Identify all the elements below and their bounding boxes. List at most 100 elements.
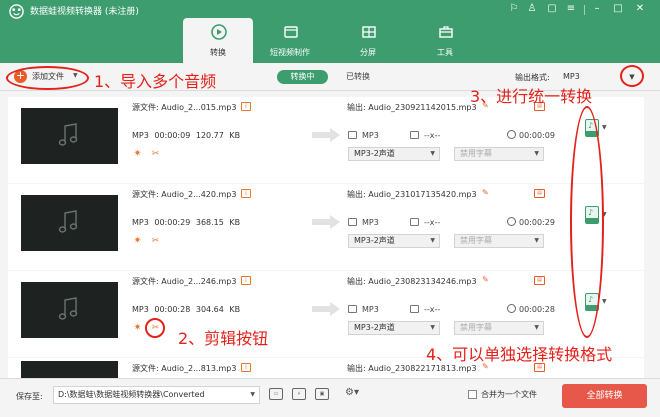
tab-label: 工具 [437,48,453,57]
info-icon[interactable]: i [241,276,251,285]
tab-converted[interactable]: 已转换 [338,70,378,84]
source-format: MP3 [132,131,149,140]
subtitle-select[interactable]: 禁用字幕 ▼ [454,321,544,335]
app-window: 数据蛙视频转换器 (未注册) ⚐ ♙ ▢ ≡ – □ ✕ 转换 短视频制作 分屏… [0,0,660,417]
tab-short-video[interactable]: 短视频制作 [255,18,325,63]
merge-label: 合并为一个文件 [481,390,537,399]
merge-checkbox[interactable] [468,390,477,399]
gear-icon[interactable]: ⚙▾ [340,388,364,400]
convert-icon [211,24,227,40]
thumbnail[interactable] [21,108,118,164]
info-icon[interactable]: i [241,189,251,198]
cpu-icon[interactable]: ▣ [315,388,329,400]
output-duration: 00:00:09 [519,131,555,140]
resolution-icon [410,218,419,226]
subtitle-value: 禁用字幕 [460,149,492,158]
source-size: 304.64 KB [195,305,241,314]
tab-converting[interactable]: 转换中 [277,70,328,84]
source-duration: 00:00:09 [154,131,191,140]
minimize-icon[interactable]: – [590,3,604,14]
clock-icon [507,304,516,313]
scissors-icon[interactable]: ✂ [150,149,161,160]
enhance-icon[interactable]: ✷ [132,323,143,334]
folder-icon[interactable]: ▭ [269,388,283,400]
audio-track-select[interactable]: MP3-2声道 ▼ [348,147,440,161]
output-format: MP3 [362,305,379,314]
source-meta: MP3 00:00:28 304.64 KB [132,305,240,314]
source-meta: MP3 00:00:29 368.15 KB [132,218,240,227]
subtitle-select[interactable]: 禁用字幕 ▼ [454,147,544,161]
info-icon[interactable]: i [241,102,251,111]
output-format-value[interactable]: MP3 [563,72,580,81]
short-video-icon [284,26,298,38]
audio-track-value: MP3-2声道 [354,149,395,158]
music-note-icon [58,210,78,233]
menu-icon[interactable]: ≡ [564,3,578,14]
tab-tools[interactable]: 工具 [410,18,480,63]
chevron-down-icon[interactable]: ▼ [602,298,607,305]
chevron-down-icon[interactable]: ▼ [602,124,607,131]
edit-icon[interactable]: ✎ [482,188,489,197]
maximize-icon[interactable]: □ [611,3,625,14]
tab-split-screen[interactable]: 分屏 [333,18,403,63]
annotation-edit: 2、剪辑按钮 [178,329,269,348]
resolution-icon [410,131,419,139]
bottom-bar: 保存至: D:\数据蛙\数据蛙视频转换器\Converted ▼ ▭ ⚡ ▣ ⚙▾… [0,378,660,417]
source-size: 368.15 KB [195,218,241,227]
thumbnail[interactable] [21,195,118,251]
output-resolution: --x-- [424,218,441,227]
app-logo-icon [9,4,24,19]
output-format: MP3 [362,218,379,227]
annotation-ring [620,65,644,87]
arrow-right-icon [312,215,340,229]
convert-all-button[interactable]: 全部转换 [562,384,647,408]
edit-icon[interactable]: ✎ [482,275,489,284]
thumbnail[interactable] [21,282,118,338]
source-duration: 00:00:29 [154,218,191,227]
subtitle-value: 禁用字幕 [460,323,492,332]
tab-label: 短视频制作 [270,48,310,57]
music-note-icon [58,123,78,146]
save-path-select[interactable]: D:\数据蛙\数据蛙视频转换器\Converted ▼ [53,386,260,404]
format-icon [348,131,357,139]
output-file: 输出: Audio_230823134246.mp3 [347,277,477,286]
title-bar: 数据蛙视频转换器 (未注册) ⚐ ♙ ▢ ≡ – □ ✕ 转换 短视频制作 分屏… [0,0,660,63]
gpu-icon[interactable]: ⚡ [292,388,306,400]
window-title: 数据蛙视频转换器 (未注册) [30,7,139,17]
close-icon[interactable]: ✕ [633,3,647,14]
scissors-icon[interactable]: ✂ [150,236,161,247]
output-duration: 00:00:29 [519,218,555,227]
annotation-import: 1、导入多个音频 [94,72,217,91]
list-item: 源文件: Audio_2...015.mp3 i MP3 00:00:09 12… [8,97,644,183]
cart-icon[interactable]: ⚐ [507,3,521,14]
clock-icon [507,217,516,226]
subtitle-select[interactable]: 禁用字幕 ▼ [454,234,544,248]
settings-icon[interactable]: ▤ [534,189,545,198]
enhance-icon[interactable]: ✷ [132,236,143,247]
thumbnail[interactable] [21,361,118,378]
user-icon[interactable]: ♙ [525,3,539,14]
source-file: 源文件: Audio_2...420.mp3 [132,190,237,199]
audio-track-select[interactable]: MP3-2声道 ▼ [348,234,440,248]
source-file: 源文件: Audio_2...246.mp3 [132,277,237,286]
divider [584,5,585,15]
audio-track-select[interactable]: MP3-2声道 ▼ [348,321,440,335]
source-file: 源文件: Audio_2...015.mp3 [132,103,237,112]
music-note-icon [58,297,78,320]
tab-label: 转换 [210,48,226,57]
output-duration: 00:00:28 [519,305,555,314]
enhance-icon[interactable]: ✷ [132,149,143,160]
audio-track-value: MP3-2声道 [354,323,395,332]
feedback-icon[interactable]: ▢ [545,3,559,14]
source-format: MP3 [132,218,149,227]
tab-convert[interactable]: 转换 [183,18,253,63]
info-icon[interactable]: i [241,363,251,372]
subtitle-value: 禁用字幕 [460,236,492,245]
clock-icon [507,130,516,139]
settings-icon[interactable]: ▤ [534,276,545,285]
annotation-ring [145,318,165,338]
save-path-value: D:\数据蛙\数据蛙视频转换器\Converted [58,390,205,399]
list-item: 源文件: Audio_2...420.mp3 i MP3 00:00:29 36… [8,184,644,270]
output-resolution: --x-- [424,305,441,314]
save-to-label: 保存至: [16,392,43,401]
